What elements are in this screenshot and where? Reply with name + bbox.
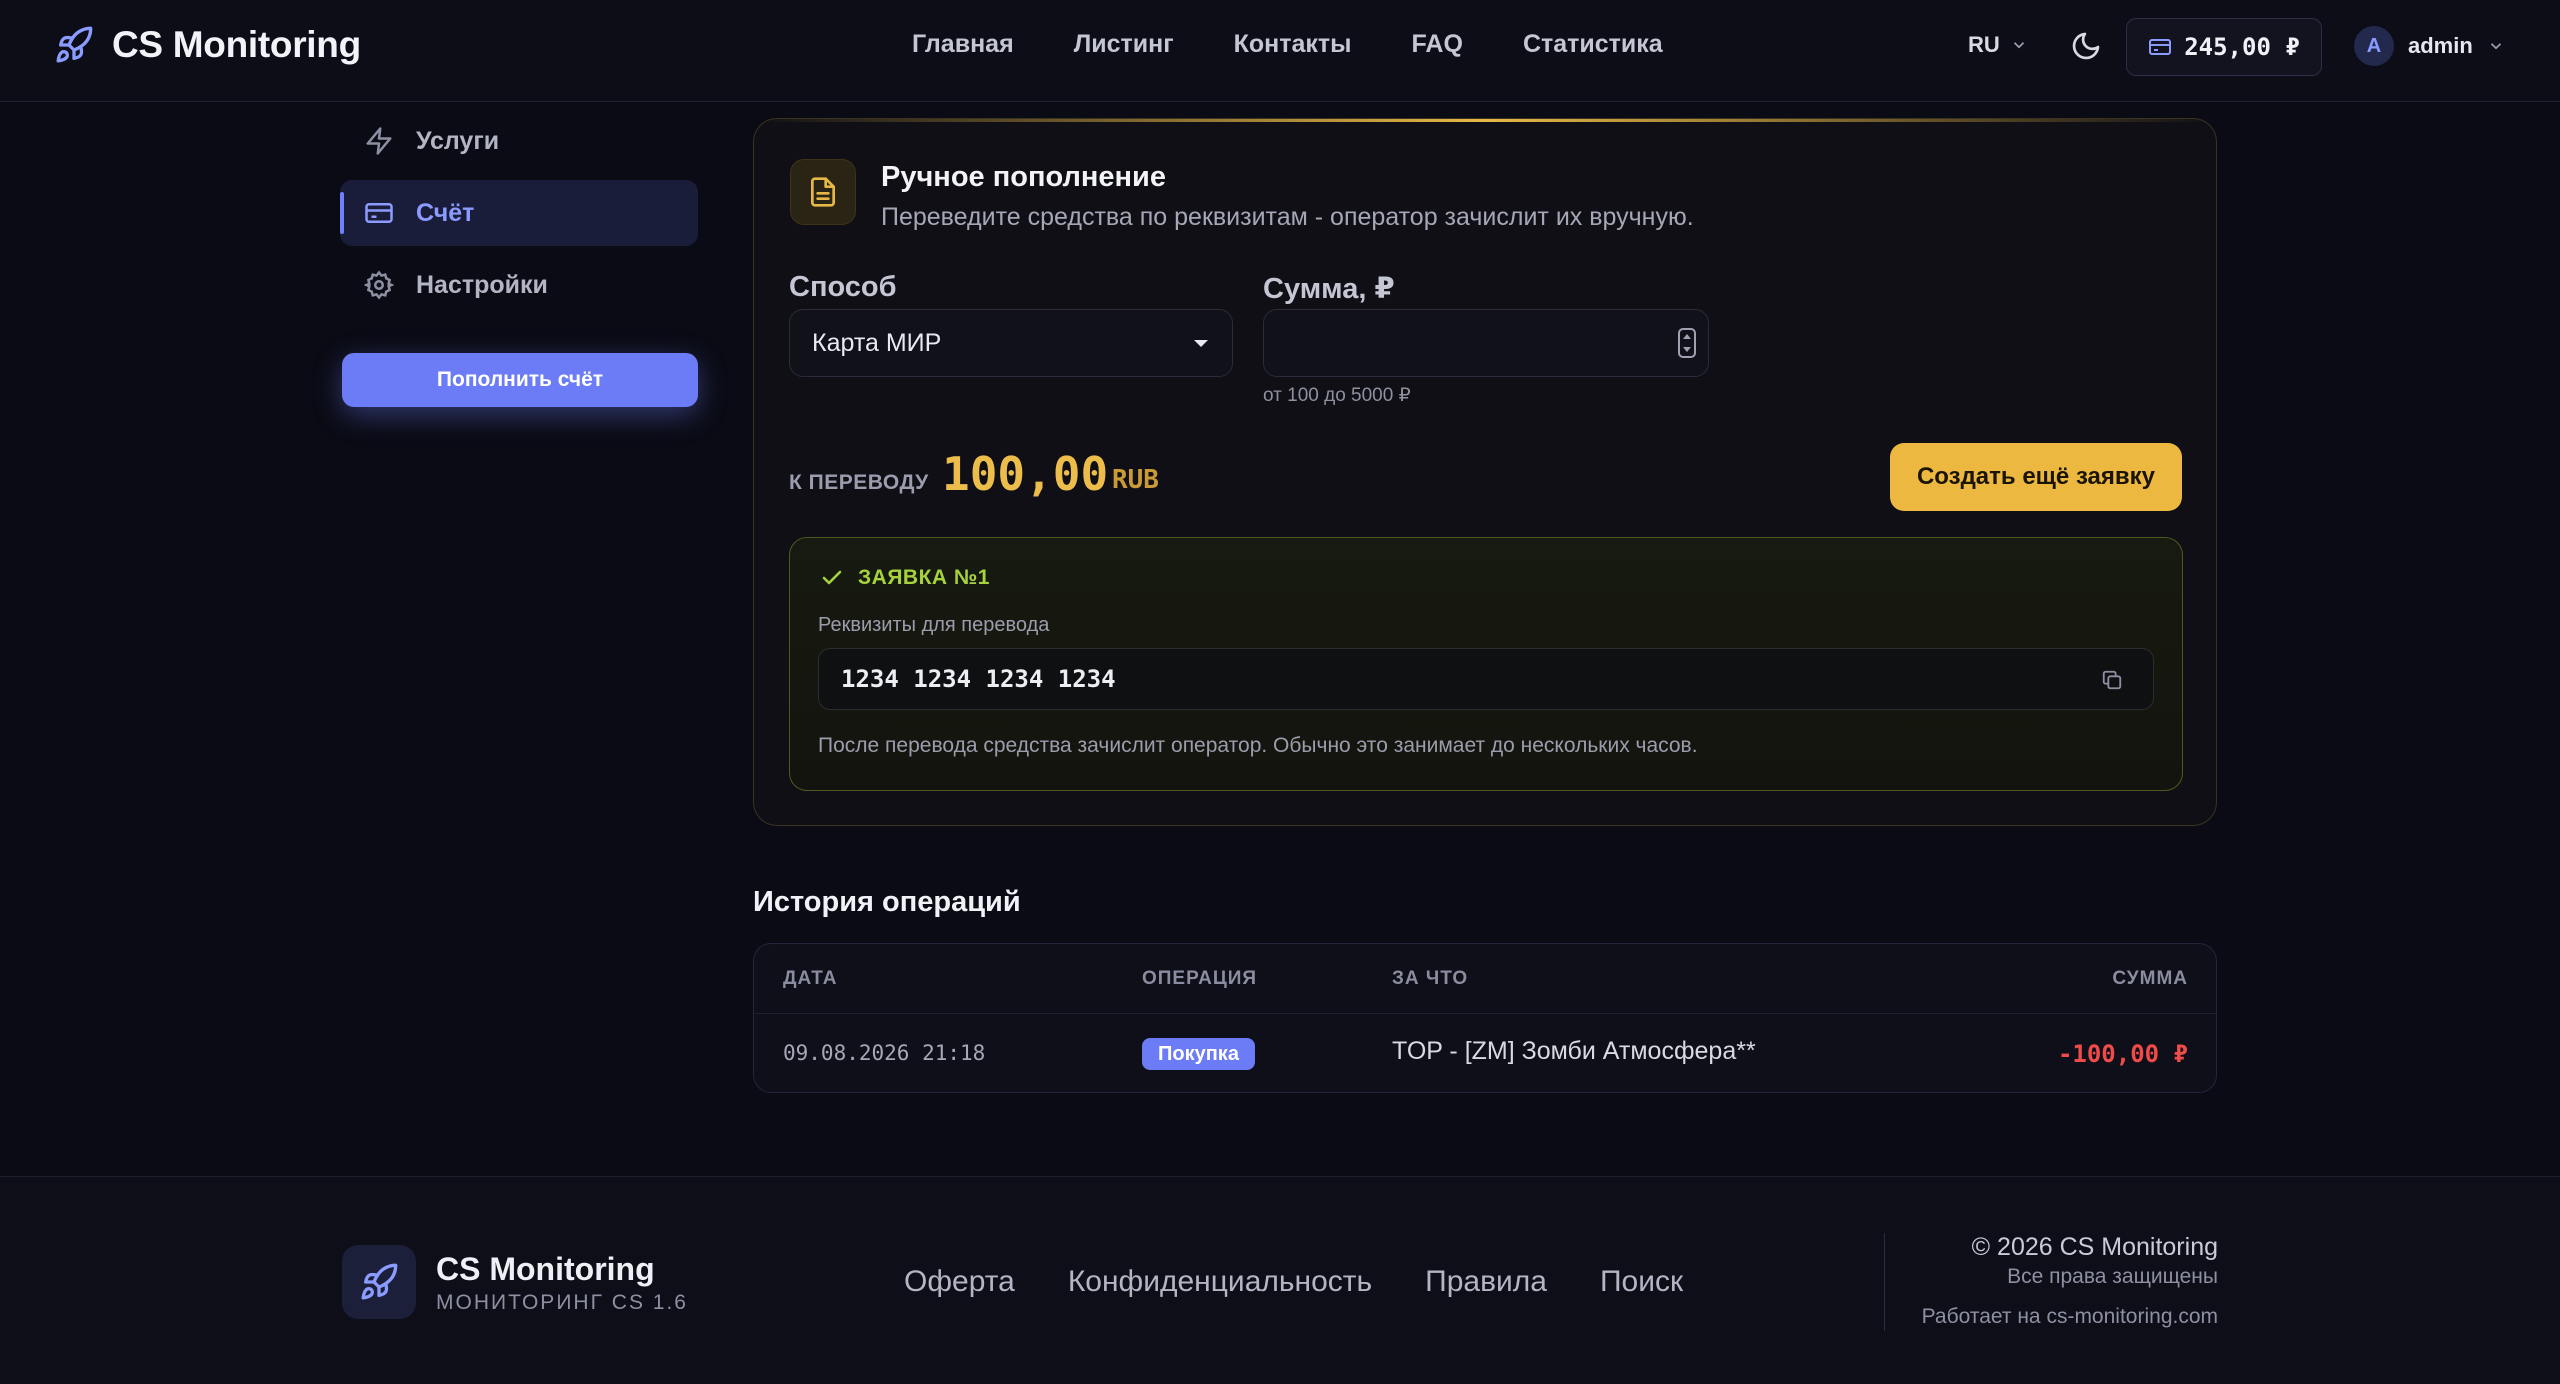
- caret-down-icon: [1194, 340, 1208, 347]
- footer-powered[interactable]: Работает на cs-monitoring.com: [1922, 1305, 2218, 1329]
- avatar: A: [2354, 26, 2394, 66]
- card-title: Ручное пополнение: [881, 161, 1167, 193]
- card-icon: [365, 203, 393, 223]
- transfer-currency: RUB: [1112, 465, 1159, 495]
- col-operation: ОПЕРАЦИЯ: [1142, 968, 1258, 989]
- main-nav: Главная Листинг Контакты FAQ Статистика: [912, 30, 1663, 59]
- number-stepper[interactable]: [1678, 328, 1696, 358]
- footer-link-offer[interactable]: Оферта: [904, 1265, 1015, 1299]
- top-header: CS Monitoring Главная Листинг Контакты F…: [0, 0, 2560, 102]
- footer-brand: CS Monitoring: [436, 1251, 655, 1287]
- sidebar-item-account[interactable]: Счёт: [340, 180, 698, 246]
- amount-input[interactable]: [1263, 309, 1709, 377]
- username: admin: [2408, 33, 2473, 58]
- balance-badge[interactable]: 245,00 ₽: [2126, 18, 2322, 76]
- transfer-label: К ПЕРЕВОДУ: [789, 471, 929, 494]
- wallet-icon: [2149, 39, 2172, 55]
- col-amount: СУММА: [2112, 968, 2188, 989]
- amount-label: Сумма, ₽: [1263, 273, 1395, 305]
- moon-icon[interactable]: [2070, 30, 2102, 62]
- transfer-amount: 100,00: [942, 447, 1109, 501]
- footer-divider: [1884, 1233, 1885, 1331]
- method-label: Способ: [789, 271, 897, 303]
- row-amount: -100,00 ₽: [2057, 1040, 2188, 1068]
- footer-rights: Все права защищены: [2007, 1265, 2218, 1288]
- sidebar-item-settings[interactable]: Настройки: [340, 252, 698, 318]
- nav-statistics[interactable]: Статистика: [1523, 30, 1663, 59]
- footer-tagline: МОНИТОРИНГ CS 1.6: [436, 1291, 688, 1314]
- check-icon: [822, 570, 842, 585]
- user-menu[interactable]: A admin: [2354, 26, 2505, 66]
- card-subtitle: Переведите средства по реквизитам - опер…: [881, 203, 1694, 231]
- sidebar-item-label: Настройки: [416, 270, 548, 299]
- requisites-value: 1234 1234 1234 1234: [841, 665, 1116, 693]
- create-request-button[interactable]: Создать ещё заявку: [1890, 443, 2182, 511]
- nav-faq[interactable]: FAQ: [1412, 30, 1463, 59]
- manual-topup-card: Ручное пополнение Переведите средства по…: [753, 118, 2217, 826]
- language-label: RU: [1968, 32, 2000, 57]
- brand-name: CS Monitoring: [112, 24, 361, 65]
- nav-listing[interactable]: Листинг: [1074, 30, 1174, 59]
- rocket-icon: [56, 26, 93, 63]
- ticket-header: ЗАЯВКА №1: [820, 566, 990, 590]
- footer-links: Оферта Конфиденциальность Правила Поиск: [904, 1265, 1683, 1299]
- brand-logo[interactable]: CS Monitoring: [54, 24, 361, 66]
- method-select[interactable]: Карта МИР: [789, 309, 1233, 377]
- row-description: TOP - [ZM] Зомби Атмосфера**: [1392, 1037, 1756, 1065]
- ticket-note: После перевода средства зачислит операто…: [818, 734, 1698, 757]
- topup-button[interactable]: Пополнить счёт: [342, 353, 698, 407]
- requisites-field[interactable]: 1234 1234 1234 1234: [818, 648, 2154, 710]
- col-date: ДАТА: [783, 968, 838, 989]
- balance-amount: 245,00 ₽: [2184, 33, 2300, 61]
- footer-link-search[interactable]: Поиск: [1600, 1265, 1683, 1299]
- card-accent-line: [754, 119, 2216, 122]
- history-title: История операций: [753, 886, 1021, 918]
- chevron-down-icon: [2490, 43, 2501, 50]
- document-icon: [811, 177, 835, 207]
- footer-link-privacy[interactable]: Конфиденциальность: [1068, 1265, 1372, 1299]
- ticket-title: ЗАЯВКА №1: [858, 566, 990, 589]
- requisites-label: Реквизиты для перевода: [818, 614, 1050, 636]
- footer: CS Monitoring МОНИТОРИНГ CS 1.6 Оферта К…: [0, 1176, 2560, 1384]
- operation-badge: Покупка: [1142, 1038, 1255, 1070]
- chevron-down-icon: [2013, 42, 2024, 49]
- sidebar-item-services[interactable]: Услуги: [340, 108, 698, 174]
- amount-hint: от 100 до 5000 ₽: [1263, 385, 1411, 406]
- language-selector[interactable]: RU: [1968, 32, 2028, 58]
- gear-icon: [364, 270, 394, 300]
- request-ticket: ЗАЯВКА №1 Реквизиты для перевода 1234 12…: [789, 537, 2183, 791]
- table-header: ДАТА ОПЕРАЦИЯ ЗА ЧТО СУММА: [754, 944, 2216, 1014]
- sidebar-item-label: Счёт: [416, 198, 475, 227]
- history-table: ДАТА ОПЕРАЦИЯ ЗА ЧТО СУММА 09.08.2026 21…: [753, 943, 2217, 1093]
- footer-link-rules[interactable]: Правила: [1425, 1265, 1547, 1299]
- rocket-icon: [361, 1263, 398, 1300]
- row-date: 09.08.2026 21:18: [783, 1041, 986, 1065]
- bolt-icon: [366, 127, 392, 155]
- nav-contacts[interactable]: Контакты: [1234, 30, 1352, 59]
- nav-home[interactable]: Главная: [912, 30, 1014, 59]
- footer-copyright: © 2026 CS Monitoring: [1971, 1233, 2218, 1261]
- col-description: ЗА ЧТО: [1392, 968, 1469, 989]
- footer-logo[interactable]: [342, 1245, 416, 1319]
- method-value: Карта МИР: [812, 328, 942, 357]
- document-icon-box: [790, 159, 856, 225]
- copy-icon[interactable]: [2101, 669, 2123, 691]
- sidebar-item-label: Услуги: [416, 126, 500, 155]
